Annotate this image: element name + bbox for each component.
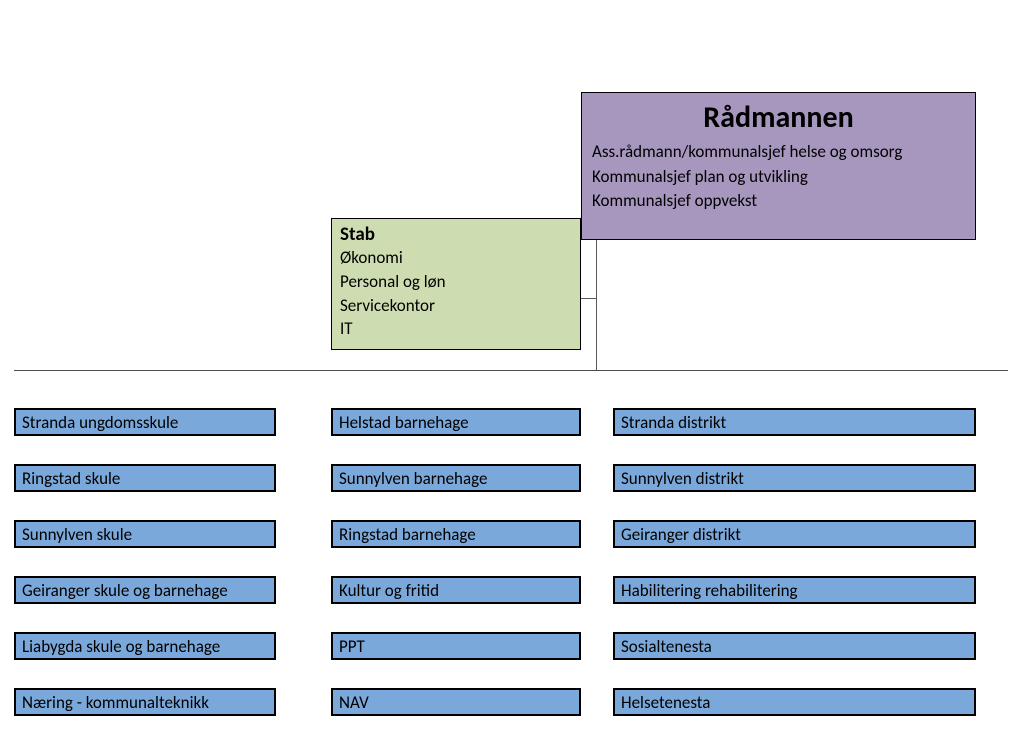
stab-line-4: IT: [340, 317, 572, 341]
unit-col2-row4: Kultur og fritid: [331, 576, 581, 604]
unit-col1-row3: Sunnylven skule: [14, 520, 276, 548]
radmann-line-1: Ass.rådmann/kommunalsjef helse og omsorg: [592, 140, 965, 165]
unit-col1-row2: Ringstad skule: [14, 464, 276, 492]
unit-col3-row5: Sosialtenesta: [613, 632, 976, 660]
unit-col3-row1: Stranda distrikt: [613, 408, 976, 436]
connector-stab-link: [581, 298, 596, 299]
connector-vertical: [596, 240, 597, 370]
unit-col2-row5: PPT: [331, 632, 581, 660]
unit-col1-row6: Næring - kommunalteknikk: [14, 688, 276, 716]
stab-line-2: Personal og løn: [340, 270, 572, 294]
unit-col2-row3: Ringstad barnehage: [331, 520, 581, 548]
stab-title: Stab: [340, 223, 572, 246]
radmann-box: Rådmannen Ass.rådmann/kommunalsjef helse…: [581, 92, 976, 240]
unit-col3-row3: Geiranger distrikt: [613, 520, 976, 548]
unit-col3-row2: Sunnylven distrikt: [613, 464, 976, 492]
unit-col2-row1: Helstad barnehage: [331, 408, 581, 436]
unit-col3-row4: Habilitering rehabilitering: [613, 576, 976, 604]
stab-box: Stab Økonomi Personal og løn Servicekont…: [331, 218, 581, 350]
radmann-title: Rådmannen: [592, 99, 965, 136]
connector-main: [14, 370, 1008, 371]
unit-col1-row4: Geiranger skule og barnehage: [14, 576, 276, 604]
unit-col2-row6: NAV: [331, 688, 581, 716]
unit-col1-row1: Stranda ungdomsskule: [14, 408, 276, 436]
unit-col1-row5: Liabygda skule og barnehage: [14, 632, 276, 660]
unit-col3-row6: Helsetenesta: [613, 688, 976, 716]
stab-line-1: Økonomi: [340, 246, 572, 270]
radmann-line-2: Kommunalsjef plan og utvikling: [592, 165, 965, 190]
radmann-line-3: Kommunalsjef oppvekst: [592, 189, 965, 214]
unit-col2-row2: Sunnylven barnehage: [331, 464, 581, 492]
stab-line-3: Servicekontor: [340, 294, 572, 318]
